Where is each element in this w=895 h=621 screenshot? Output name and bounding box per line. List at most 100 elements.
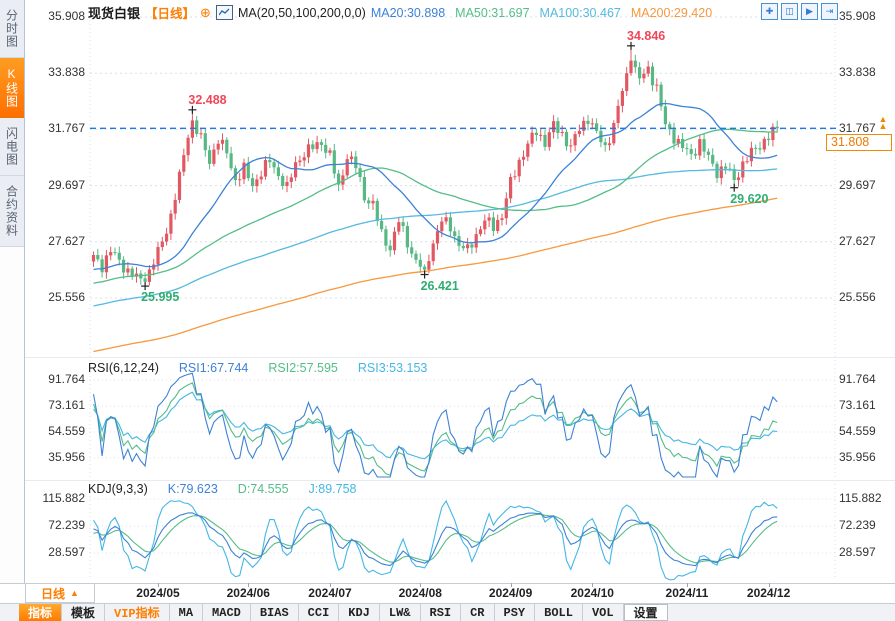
- main-y-label-4: 27.627: [30, 234, 85, 248]
- extreme-annotation-29.620: 29.620: [730, 192, 768, 206]
- price-up-arrow-icon[interactable]: ▲▲: [877, 116, 889, 130]
- toolbar-tab-CR[interactable]: CR: [461, 604, 494, 621]
- ma-settings-label: MA(20,50,100,200,0,0): [238, 6, 366, 20]
- main-y-label-right-1: 33.838: [839, 65, 895, 79]
- x-axis-label-3: 2024/08: [385, 586, 455, 600]
- extreme-annotation-34.846: 34.846: [627, 29, 665, 43]
- x-axis-label-0: 2024/05: [123, 586, 193, 600]
- export-chart-icon[interactable]: ⇥: [821, 3, 838, 20]
- x-axis-label-1: 2024/06: [213, 586, 283, 600]
- x-axis-label-5: 2024/10: [557, 586, 627, 600]
- toolbar-tab-指标[interactable]: 指标: [19, 604, 62, 621]
- rsi-y-label-3: 35.956: [30, 450, 85, 464]
- kdj-value-0: K:79.623: [168, 482, 218, 496]
- x-axis-tick: [687, 583, 688, 587]
- chevron-up-icon: ▲: [70, 588, 79, 598]
- toolbar-tab-模板[interactable]: 模板: [62, 604, 105, 621]
- toolbar-tab-VIP指标[interactable]: VIP指标: [105, 604, 170, 621]
- ma-values: MA20:30.898MA50:31.697MA100:30.467MA200:…: [371, 6, 722, 20]
- kdj-value-2: J:89.758: [309, 482, 357, 496]
- indicator-toolbar: 指标模板VIP指标MAMACDBIASCCIKDJLW&RSICRPSYBOLL…: [0, 603, 895, 621]
- main-y-label-right-3: 29.697: [839, 178, 895, 192]
- period-selector[interactable]: 日线 ▲: [25, 583, 95, 603]
- toolbar-tab-LW&[interactable]: LW&: [380, 604, 421, 621]
- crosshair-icon[interactable]: ✚: [761, 3, 778, 20]
- toolbar-tab-BOLL[interactable]: BOLL: [535, 604, 583, 621]
- sidebar-tab-2[interactable]: 闪电图: [0, 118, 24, 176]
- main-chart-header: 现货白银 【日线】 ⊕ MA(20,50,100,200,0,0) MA20:3…: [88, 3, 722, 22]
- kdj-title: KDJ(9,3,3): [88, 482, 148, 496]
- x-axis-label-6: 2024/11: [652, 586, 722, 600]
- rsi-y-label-right-3: 35.956: [839, 450, 895, 464]
- rsi-y-label-right-1: 73.161: [839, 398, 895, 412]
- toolbar-tab-BIAS[interactable]: BIAS: [251, 604, 299, 621]
- main-y-label-right-5: 25.556: [839, 290, 895, 304]
- kdj-y-label-2: 28.597: [30, 545, 85, 559]
- x-axis-tick: [592, 583, 593, 587]
- toolbar-tab-设置[interactable]: 设置: [624, 604, 668, 621]
- x-axis-tick: [248, 583, 249, 587]
- trading-app-window: 分时图K线图闪电图合约资料 现货白银 【日线】 ⊕ MA(20,50,100,2…: [0, 0, 895, 621]
- main-y-label-2: 31.767: [30, 121, 85, 135]
- main-y-label-right-0: 35.908: [839, 9, 895, 23]
- x-axis-tick: [511, 583, 512, 587]
- rsi-y-label-1: 73.161: [30, 398, 85, 412]
- rsi-y-label-right-2: 54.559: [839, 424, 895, 438]
- x-axis-tick: [330, 583, 331, 587]
- x-axis-label-7: 2024/12: [734, 586, 804, 600]
- kdj-y-label-right-0: 115.882: [839, 491, 895, 505]
- kdj-y-label-right-2: 28.597: [839, 545, 895, 559]
- rsi-value-0: RSI1:67.744: [179, 361, 249, 375]
- x-axis-tick: [420, 583, 421, 587]
- sidebar-tab-0[interactable]: 分时图: [0, 0, 24, 58]
- toolbar-tab-MACD[interactable]: MACD: [203, 604, 251, 621]
- ma-value-2: MA100:30.467: [540, 6, 621, 20]
- kdj-y-label-1: 72.239: [30, 518, 85, 532]
- ma-value-0: MA20:30.898: [371, 6, 445, 20]
- rsi-value-1: RSI2:57.595: [268, 361, 338, 375]
- symbol-name: 现货白银: [88, 3, 140, 22]
- chart-canvas[interactable]: [0, 0, 895, 621]
- toolbar-tab-RSI[interactable]: RSI: [421, 604, 462, 621]
- add-indicator-icon[interactable]: ⊕: [200, 5, 211, 21]
- sidebar-filler: [0, 247, 24, 583]
- range-zoom-in-icon[interactable]: ◫: [781, 3, 798, 20]
- period-tag: 【日线】: [145, 3, 195, 22]
- main-y-label-1: 33.838: [30, 65, 85, 79]
- range-playback-icon[interactable]: ▶: [801, 3, 818, 20]
- kdj-y-label-right-1: 72.239: [839, 518, 895, 532]
- toolbar-tab-KDJ[interactable]: KDJ: [339, 604, 380, 621]
- ma-value-3: MA200:29.420: [631, 6, 712, 20]
- sidebar-tab-1[interactable]: K线图: [0, 58, 24, 118]
- kdj-panel-header: KDJ(9,3,3) K:79.623 D:74.555 J:89.758: [88, 482, 377, 496]
- rsi-y-label-0: 91.764: [30, 372, 85, 386]
- chart-window-controls: ✚◫▶⇥: [761, 3, 838, 20]
- sidebar-tab-3[interactable]: 合约资料: [0, 176, 24, 247]
- x-axis-label-4: 2024/09: [476, 586, 546, 600]
- toolbar-tab-CCI[interactable]: CCI: [299, 604, 340, 621]
- indicator-chart-icon[interactable]: [216, 5, 233, 20]
- period-selector-label: 日线: [41, 585, 65, 602]
- kdj-y-label-0: 115.882: [30, 491, 85, 505]
- main-y-label-right-4: 27.627: [839, 234, 895, 248]
- extreme-annotation-26.421: 26.421: [421, 279, 459, 293]
- rsi-title: RSI(6,12,24): [88, 361, 159, 375]
- x-axis-tick: [769, 583, 770, 587]
- rsi-values: RSI1:67.744 RSI2:57.595 RSI3:53.153: [169, 361, 438, 375]
- x-axis-label-2: 2024/07: [295, 586, 365, 600]
- toolbar-tab-PSY[interactable]: PSY: [495, 604, 536, 621]
- x-axis-tick: [158, 583, 159, 587]
- current-price-label: 31.808: [826, 134, 892, 151]
- toolbar-tab-MA[interactable]: MA: [170, 604, 203, 621]
- main-y-label-0: 35.908: [30, 9, 85, 23]
- main-y-label-3: 29.697: [30, 178, 85, 192]
- rsi-panel-header: RSI(6,12,24) RSI1:67.744 RSI2:57.595 RSI3:5…: [88, 361, 447, 375]
- rsi-y-label-right-0: 91.764: [839, 372, 895, 386]
- extreme-annotation-25.995: 25.995: [141, 290, 179, 304]
- kdj-values: K:79.623 D:74.555 J:89.758: [158, 482, 367, 496]
- main-y-label-5: 25.556: [30, 290, 85, 304]
- rsi-value-2: RSI3:53.153: [358, 361, 428, 375]
- kdj-value-1: D:74.555: [238, 482, 289, 496]
- toolbar-tab-VOL[interactable]: VOL: [583, 604, 624, 621]
- chart-type-sidebar: 分时图K线图闪电图合约资料: [0, 0, 25, 583]
